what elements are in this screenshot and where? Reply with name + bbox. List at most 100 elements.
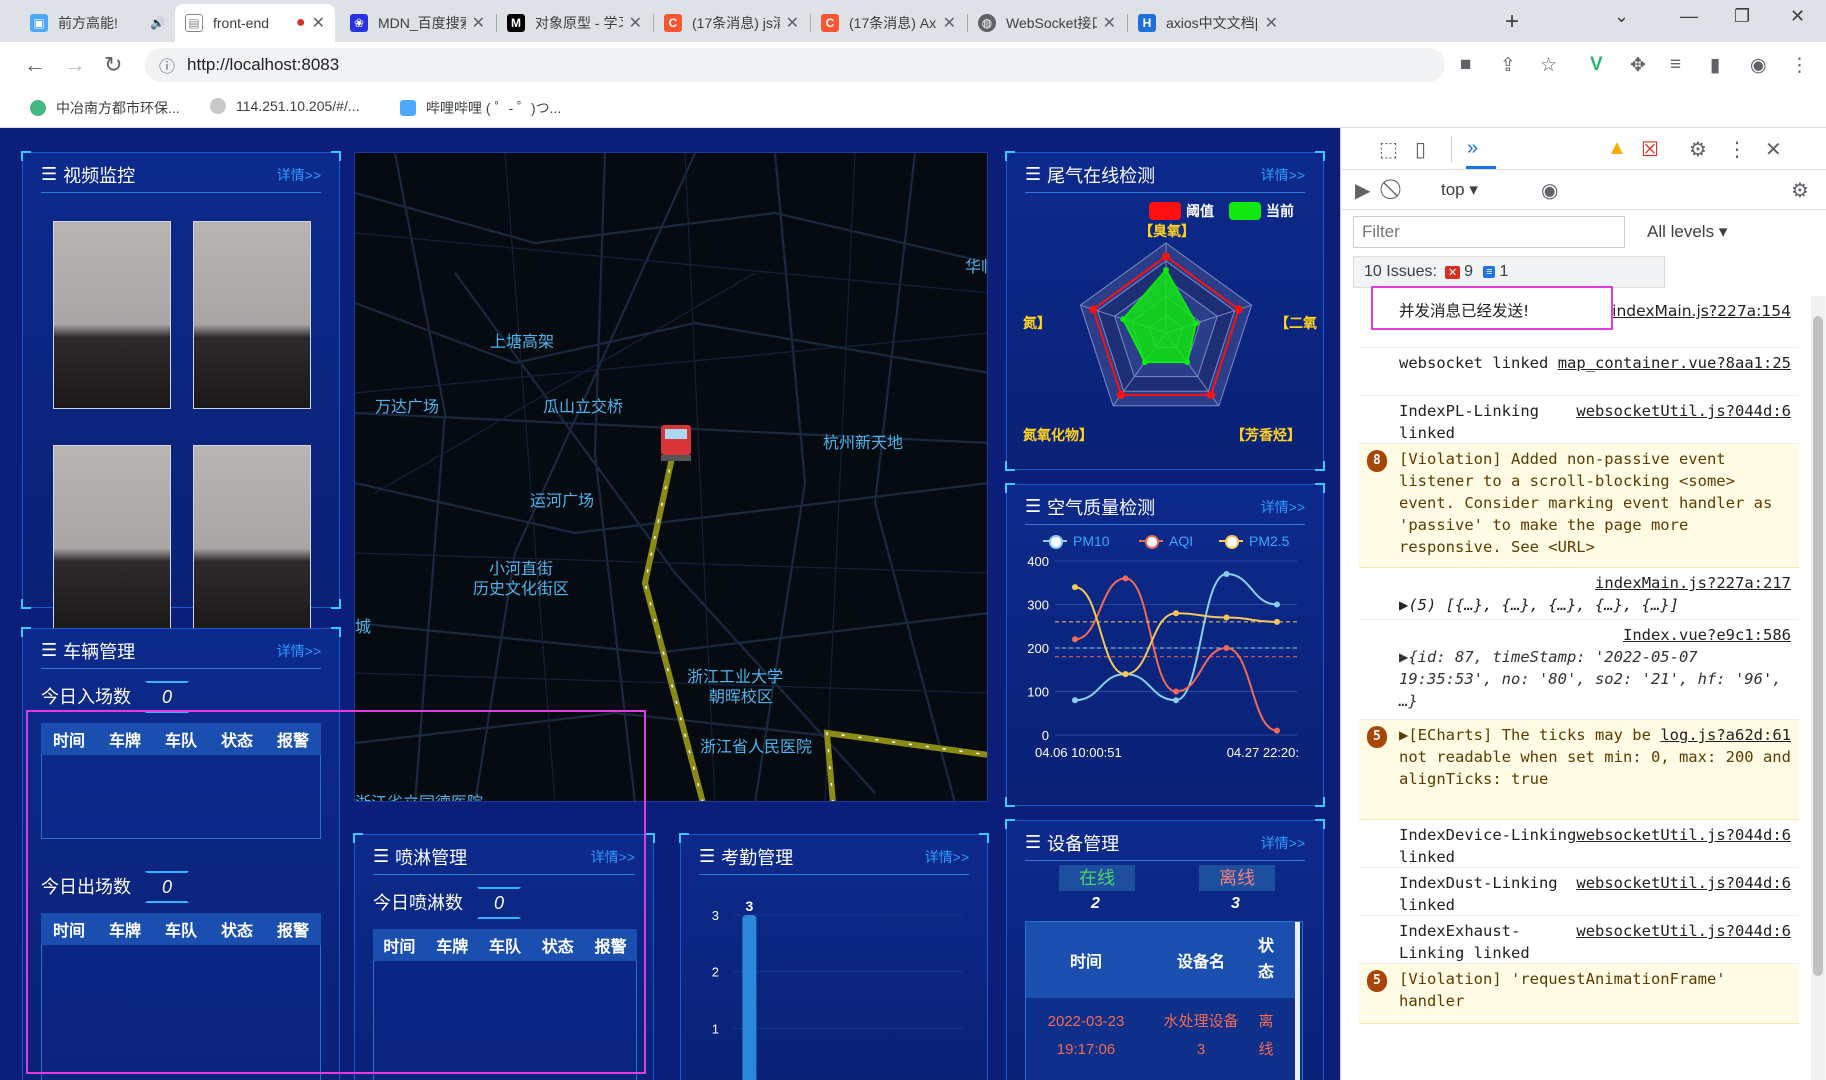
close-devtools-icon[interactable]: ✕ [1765,137,1782,162]
close-icon[interactable]: ✕ [312,13,325,33]
globe-icon: ◍ [978,14,996,32]
extensions-icon[interactable]: ✥ [1630,54,1646,77]
truck-icon[interactable] [661,425,691,461]
inspect-icon[interactable]: ⬚ [1379,137,1398,162]
camera-feed[interactable] [53,221,171,409]
close-icon[interactable]: ✕ [943,13,956,33]
console-message[interactable]: websocketUtil.js?044d:6 IndexExhaust-Lin… [1359,916,1799,964]
address-bar[interactable]: ⓘ http://localhost:8083 [145,48,1445,82]
table-header: 时间 车牌 车队 状态 报警 [41,913,321,945]
console-warning[interactable]: 5 [Violation] 'requestAnimationFrame' ha… [1359,964,1799,1024]
close-icon[interactable]: ✕ [629,13,642,33]
error-icon[interactable]: ☒ [1641,137,1659,162]
reload-button[interactable]: ↻ [104,52,122,78]
more-tabs-icon[interactable]: » [1467,137,1478,160]
bookmark-star-icon[interactable]: ☆ [1540,54,1557,77]
tab-mdn[interactable]: ❀ MDN_百度搜索 ✕ [340,4,495,42]
more-link[interactable]: 详情>> [1261,833,1305,853]
console-object[interactable]: ▶(5) [{…}, {…}, {…}, {…}, {…}] [1359,590,1799,620]
close-icon[interactable]: ✕ [472,13,485,33]
vue-devtools-icon[interactable]: V [1590,54,1603,76]
tab-axios[interactable]: H axios中文文档| ✕ [1128,4,1288,42]
console-warning[interactable]: 5 log.js?a62d:61 ▶[ECharts] The ticks ma… [1359,720,1799,820]
more-link[interactable]: 详情>> [591,847,635,867]
levels-select[interactable]: All levels ▾ [1647,222,1727,242]
table-row[interactable]: 2022-03-23 19:17:06 水处理设备3 离线 [1026,1008,1296,1064]
series-line [1074,586,1278,676]
speaker-icon[interactable]: 🔊 [150,16,165,30]
scrollbar[interactable] [1295,922,1300,1080]
kebab-menu-icon[interactable]: ⋮ [1727,137,1747,162]
source-link[interactable]: log.js?a62d:61 [1660,724,1791,746]
more-link[interactable]: 详情>> [1261,497,1305,517]
tab-prototype[interactable]: M 对象原型 - 学习 ✕ [497,4,652,42]
filter-input[interactable]: Filter [1353,216,1625,248]
devtools-top-bar: ⬚ ▯ » ▲ ☒ ⚙ ⋮ ✕ [1341,128,1826,170]
col-fleet: 车队 [488,939,521,956]
console-settings-icon[interactable]: ⚙ [1791,178,1809,203]
tab-csdn-1[interactable]: C (17条消息) js清 ✕ [654,4,809,42]
maximize-button[interactable]: ❐ [1734,6,1750,27]
source-link[interactable]: map_container.vue?8aa1:25 [1558,352,1791,374]
eye-icon[interactable]: ◉ [1541,178,1558,203]
console-warning[interactable]: 8 [Violation] Added non-passive event li… [1359,444,1799,568]
camera-icon[interactable]: ■ [1460,54,1471,76]
menu-icon[interactable]: ⋮ [1790,54,1809,77]
console-message[interactable]: websocketUtil.js?044d:6 IndexDust-Linkin… [1359,868,1799,916]
legend-pm25[interactable]: PM2.5 [1219,533,1289,549]
source-link[interactable]: websocketUtil.js?044d:6 [1576,400,1791,422]
tab-search-icon[interactable]: ⌄ [1614,6,1629,27]
context-select[interactable]: top ▾ [1441,180,1478,200]
tab-title: MDN_百度搜索 [378,15,466,31]
tab-bilibili[interactable]: ▣ 前方高能! 🔊 [20,4,175,42]
bookmark-item[interactable]: 中冶南方都市环保... [30,98,180,118]
more-link[interactable]: 详情>> [277,641,321,661]
bookmark-item[interactable]: 哔哩哔哩 ( ゜- ゜)つ... [400,98,561,118]
table-header: 时间 设备名 状态 [1026,922,1296,998]
console-scrollbar[interactable] [1811,296,1825,1080]
map-container[interactable]: 上塘高架 万达广场 瓜山立交桥 杭州新天地 运河广场 小河直街 历史文化街区 浙… [354,152,988,802]
side-panel-icon[interactable]: ▮ [1710,54,1720,77]
console-message[interactable]: map_container.vue?8aa1:25 websocket link… [1359,348,1799,396]
camera-feed[interactable] [193,445,311,633]
table-header: 时间 车牌 车队 状态 报警 [373,929,637,961]
console-message[interactable]: indexMain.js?227a:154 并发消息已经发送! [1359,296,1799,348]
tab-websocket[interactable]: ◍ WebSocket接口 ✕ [968,4,1126,42]
spray-count-label: 今日喷淋数 [373,893,463,913]
warning-icon[interactable]: ▲ [1607,137,1627,160]
camera-feed[interactable] [193,221,311,409]
reading-list-icon[interactable]: ≡ [1670,54,1681,76]
source-link[interactable]: websocketUtil.js?044d:6 [1576,824,1791,846]
source-link[interactable]: websocketUtil.js?044d:6 [1576,872,1791,894]
new-tab-button[interactable]: + [1505,8,1519,36]
map-roads [355,153,987,801]
bookmark-item[interactable]: 114.251.10.205/#/... [210,98,360,114]
close-icon[interactable]: ✕ [786,13,799,33]
source-link[interactable]: indexMain.js?227a:154 [1612,300,1791,322]
issues-button[interactable]: 10 Issues: ✕ 9 ≡ 1 [1353,256,1665,288]
back-button[interactable]: ← [24,52,46,78]
settings-icon[interactable]: ⚙ [1689,137,1707,162]
legend-aqi[interactable]: AQI [1139,533,1193,549]
source-link[interactable]: websocketUtil.js?044d:6 [1576,920,1791,942]
window-close-button[interactable]: ✕ [1790,6,1805,27]
profile-avatar[interactable]: ◉ [1750,54,1767,77]
console-message[interactable]: websocketUtil.js?044d:6 IndexPL-Linking … [1359,396,1799,444]
sidebar-toggle-icon[interactable]: ▶ [1355,178,1370,203]
camera-feed[interactable] [53,445,171,633]
radar-point [1117,390,1126,399]
close-icon[interactable]: ✕ [1103,13,1116,33]
info-icon[interactable]: ⓘ [159,53,175,77]
tab-csdn-2[interactable]: C (17条消息) Axi ✕ [811,4,966,42]
console-object[interactable]: ▶{id: 87, timeStamp: '2022-05-07 19:35:5… [1359,642,1799,720]
tab-front-end[interactable]: ▤ front-end ● ✕ [175,4,335,42]
device-toggle-icon[interactable]: ▯ [1415,137,1426,162]
close-icon[interactable]: ✕ [1265,13,1278,33]
forward-button[interactable]: → [64,52,86,78]
more-link[interactable]: 详情>> [277,165,321,185]
console-message[interactable]: websocketUtil.js?044d:6 IndexDevice-Link… [1359,820,1799,868]
legend-pm10[interactable]: PM10 [1043,533,1110,549]
share-icon[interactable]: ⇪ [1500,54,1516,77]
minimize-button[interactable]: — [1680,6,1698,27]
more-link[interactable]: 详情>> [925,847,969,867]
